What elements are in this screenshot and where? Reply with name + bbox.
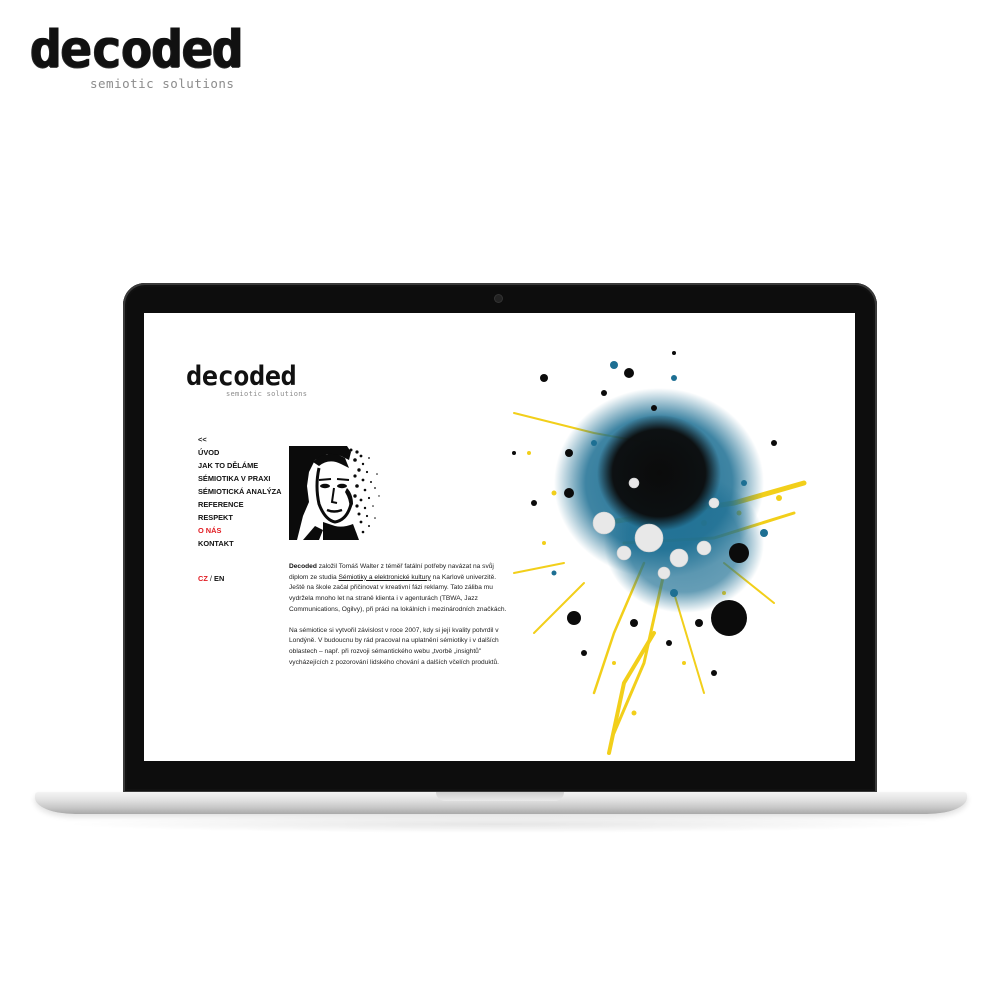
studies-link[interactable]: Sémiotiky a elektronické kultury xyxy=(338,574,430,581)
site-logo-wordmark: decoded xyxy=(186,361,297,392)
brand-logo: decoded semiotic solutions xyxy=(30,24,260,91)
language-switcher: CZ / EN xyxy=(198,574,224,583)
nav-back-link[interactable]: << xyxy=(198,433,281,446)
site-logo-tagline: semiotic solutions xyxy=(226,390,308,398)
nav-item-uvod[interactable]: ÚVOD xyxy=(198,446,281,459)
founder-portrait xyxy=(289,446,385,540)
main-nav: << ÚVOD JAK TO DĚLÁME SÉMIOTIKA V PRAXI … xyxy=(198,433,281,550)
laptop-shadow xyxy=(60,815,940,833)
nav-item-respekt[interactable]: RESPEKT xyxy=(198,511,281,524)
brand-name-bold: Decoded xyxy=(289,563,317,570)
nav-item-semioticka-analyza[interactable]: SÉMIOTICKÁ ANALÝZA xyxy=(198,485,281,498)
brand-wordmark: decoded xyxy=(30,20,243,80)
lang-separator: / xyxy=(209,574,212,583)
laptop-screen: decoded semiotic solutions << ÚVOD JAK T… xyxy=(144,313,855,761)
nav-item-semiotika-v-praxi[interactable]: SÉMIOTIKA V PRAXI xyxy=(198,472,281,485)
nav-item-kontakt[interactable]: KONTAKT xyxy=(198,537,281,550)
nav-item-o-nas[interactable]: O NÁS xyxy=(198,524,281,537)
camera-icon xyxy=(495,295,502,302)
paint-splash-graphic xyxy=(474,333,855,761)
site-logo[interactable]: decoded semiotic solutions xyxy=(186,363,307,398)
lang-en-link[interactable]: EN xyxy=(214,574,224,583)
laptop-notch xyxy=(436,792,564,801)
lang-cz-link[interactable]: CZ xyxy=(198,574,208,583)
nav-item-reference[interactable]: REFERENCE xyxy=(198,498,281,511)
nav-item-jak-to-delame[interactable]: JAK TO DĚLÁME xyxy=(198,459,281,472)
